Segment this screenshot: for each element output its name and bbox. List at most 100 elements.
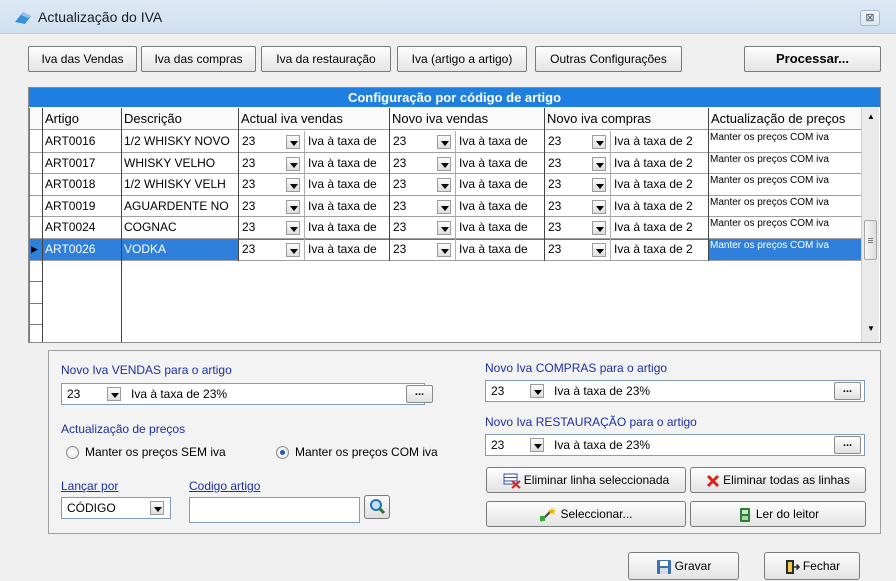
vendas-iva-select[interactable]: 23 Iva à taxa de 23% ... — [61, 383, 433, 405]
cell-artigo: ART0018 — [45, 177, 96, 192]
cell-descricao: 1/2 WHISKY VELH — [124, 177, 226, 192]
novo-iva-vendas-code[interactable]: 23 — [389, 153, 429, 174]
column-divider — [708, 108, 709, 261]
dropdown-arrow-icon[interactable] — [286, 178, 300, 193]
eliminar-linha-button[interactable]: Eliminar linha seleccionada — [486, 467, 686, 493]
radio-com-iva[interactable] — [276, 446, 289, 459]
eliminar-linha-label: Eliminar linha seleccionada — [523, 473, 670, 487]
actual-iva-vendas-desc: Iva à taxa de — [308, 220, 377, 235]
novo-iva-compras-code[interactable]: 23 — [544, 174, 584, 195]
tab-iva-compras[interactable]: Iva das compras — [141, 46, 256, 72]
cell-divider — [610, 152, 611, 175]
column-header-actual-iva-vendas[interactable]: Actual iva vendas — [238, 108, 389, 130]
empty-row-divider — [29, 324, 42, 326]
restauracao-browse-button[interactable]: ... — [834, 436, 861, 454]
vendas-dropdown-arrow-icon[interactable] — [107, 387, 121, 401]
column-header-actualizacao-precos[interactable]: Actualização de preços — [708, 108, 861, 130]
actual-iva-vendas-code[interactable]: 23 — [238, 153, 278, 174]
dropdown-arrow-icon[interactable] — [286, 135, 300, 149]
dropdown-arrow-icon[interactable] — [437, 156, 451, 171]
column-header-novo-iva-vendas[interactable]: Novo iva vendas — [389, 108, 544, 130]
dropdown-arrow-icon[interactable] — [592, 243, 606, 257]
fechar-button[interactable]: Fechar — [764, 552, 860, 580]
actual-iva-vendas-code[interactable]: 23 — [238, 196, 278, 217]
dropdown-arrow-icon[interactable] — [592, 199, 606, 214]
actual-iva-vendas-code[interactable]: 23 — [238, 174, 278, 195]
dropdown-arrow-icon[interactable] — [437, 199, 451, 214]
dropdown-arrow-icon[interactable] — [592, 156, 606, 171]
cell-divider — [304, 174, 305, 196]
scroll-thumb[interactable] — [864, 220, 877, 260]
novo-iva-compras-code[interactable]: 23 — [544, 196, 584, 217]
column-header-artigo[interactable]: Artigo — [42, 108, 121, 130]
empty-row-divider — [29, 302, 42, 304]
eliminar-todas-button[interactable]: Eliminar todas as linhas — [690, 467, 866, 493]
cell-divider — [455, 195, 456, 218]
actual-iva-vendas-code[interactable]: 23 — [238, 131, 278, 152]
scroll-down-arrow-icon[interactable]: ▼ — [867, 324, 875, 333]
dropdown-arrow-icon[interactable] — [286, 243, 300, 257]
dropdown-arrow-icon[interactable] — [437, 178, 451, 193]
fechar-label: Fechar — [802, 559, 841, 573]
column-header-novo-iva-compras[interactable]: Novo iva compras — [544, 108, 708, 130]
ler-leitor-button[interactable]: Ler do leitor — [690, 501, 866, 527]
grid-scrollbar[interactable]: ▲ ▼ — [861, 108, 879, 342]
novo-iva-compras-code[interactable]: 23 — [544, 131, 584, 152]
codigo-artigo-input[interactable] — [189, 497, 360, 523]
lancar-value: CÓDIGO — [67, 501, 116, 515]
cell-divider — [455, 174, 456, 196]
column-divider — [238, 108, 239, 261]
compras-dropdown-arrow-icon[interactable] — [530, 384, 544, 398]
actual-iva-vendas-code[interactable]: 23 — [238, 239, 278, 260]
tab-iva-restauracao[interactable]: Iva da restauração — [261, 46, 391, 72]
vendas-browse-button[interactable]: ... — [406, 385, 433, 403]
ler-leitor-label: Ler do leitor — [755, 507, 820, 521]
cell-divider — [455, 239, 456, 261]
gravar-button[interactable]: Gravar — [628, 552, 739, 580]
lancar-dropdown-arrow-icon[interactable] — [150, 501, 164, 515]
dropdown-arrow-icon[interactable] — [592, 178, 606, 193]
tab-iva-vendas[interactable]: Iva das Vendas — [28, 46, 137, 72]
dropdown-arrow-icon[interactable] — [592, 221, 606, 236]
cell-descricao: VODKA — [124, 242, 167, 256]
cell-divider — [304, 217, 305, 239]
delete-row-icon — [503, 473, 521, 489]
novo-iva-vendas-code[interactable]: 23 — [389, 174, 429, 195]
dropdown-arrow-icon[interactable] — [437, 135, 451, 149]
lancar-select[interactable]: CÓDIGO — [61, 497, 171, 519]
restauracao-dropdown-arrow-icon[interactable] — [530, 438, 544, 452]
scroll-up-arrow-icon[interactable]: ▲ — [867, 112, 875, 121]
novo-iva-vendas-code[interactable]: 23 — [389, 217, 429, 238]
actual-iva-vendas-code[interactable]: 23 — [238, 217, 278, 238]
dropdown-arrow-icon[interactable] — [592, 135, 606, 149]
search-button[interactable] — [364, 495, 390, 519]
restauracao-iva-select[interactable]: 23 Iva à taxa de 23% ... — [485, 434, 865, 456]
restauracao-label: Novo Iva RESTAURAÇÃO para o artigo — [485, 415, 697, 429]
dropdown-arrow-icon[interactable] — [286, 199, 300, 214]
app-icon — [15, 12, 31, 24]
novo-iva-vendas-desc: Iva à taxa de — [459, 177, 528, 192]
novo-iva-compras-code[interactable]: 23 — [544, 217, 584, 238]
tab-outras-configuracoes[interactable]: Outras Configurações — [535, 46, 682, 72]
novo-iva-compras-code[interactable]: 23 — [544, 153, 584, 174]
dropdown-arrow-icon[interactable] — [437, 243, 451, 257]
radio-sem-iva[interactable] — [66, 446, 79, 459]
dropdown-arrow-icon[interactable] — [437, 221, 451, 236]
novo-iva-vendas-desc: Iva à taxa de — [459, 198, 528, 213]
novo-iva-compras-code[interactable]: 23 — [544, 239, 584, 260]
compras-browse-button[interactable]: ... — [834, 382, 861, 400]
cell-artigo: ART0019 — [45, 198, 96, 213]
processar-button[interactable]: Processar... — [744, 46, 881, 72]
novo-iva-vendas-code[interactable]: 23 — [389, 196, 429, 217]
dropdown-arrow-icon[interactable] — [286, 156, 300, 171]
novo-iva-vendas-code[interactable]: 23 — [389, 239, 429, 260]
dropdown-arrow-icon[interactable] — [286, 221, 300, 236]
close-button[interactable]: ⊠ — [860, 10, 880, 26]
novo-iva-vendas-code[interactable]: 23 — [389, 131, 429, 152]
cell-divider — [610, 217, 611, 239]
compras-iva-select[interactable]: 23 Iva à taxa de 23% ... — [485, 380, 865, 402]
column-header-descricao[interactable]: Descrição — [121, 108, 238, 130]
seleccionar-button[interactable]: Seleccionar... — [486, 501, 686, 527]
tab-iva-artigo[interactable]: Iva (artigo a artigo) — [397, 46, 527, 72]
empty-row-divider — [29, 281, 42, 283]
